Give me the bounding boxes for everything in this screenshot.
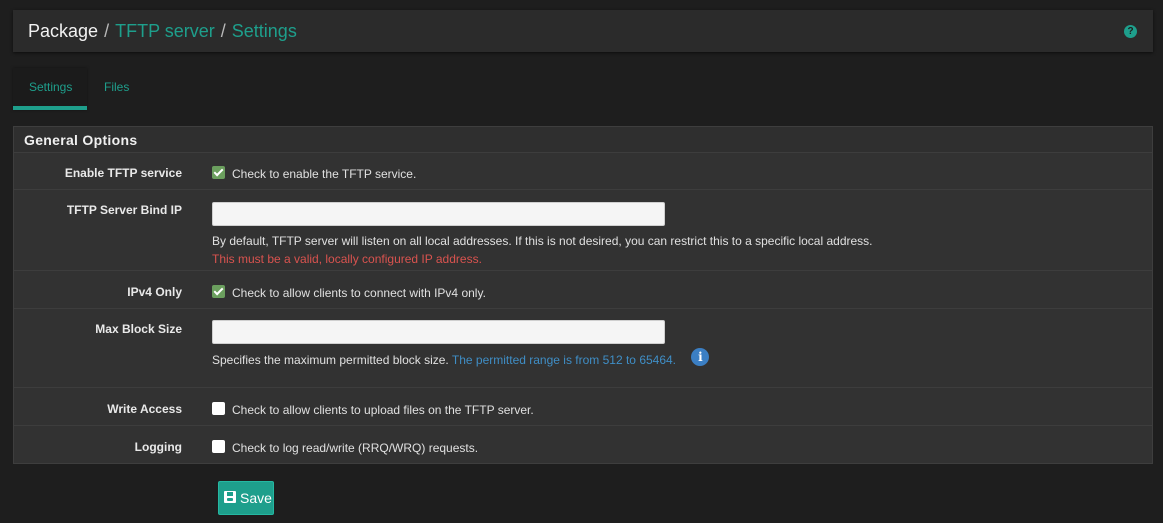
enable-tftp-text: Check to enable the TFTP service. — [232, 166, 417, 181]
row-logging: Logging Check to log read/write (RRQ/WRQ… — [14, 426, 1152, 463]
logging-text: Check to log read/write (RRQ/WRQ) reques… — [232, 440, 479, 455]
bind-ip-error: This must be a valid, locally configured… — [212, 252, 482, 266]
logging-checkbox[interactable] — [212, 440, 225, 454]
breadcrumb-separator: / — [104, 20, 110, 41]
bind-ip-input[interactable] — [212, 202, 665, 226]
write-access-text: Check to allow clients to upload files o… — [232, 402, 534, 417]
bind-ip-help: By default, TFTP server will listen on a… — [212, 234, 873, 248]
max-block-hint: The permitted range is from 512 to 65464… — [451, 353, 677, 368]
max-block-help: Specifies the maximum permitted block si… — [212, 353, 449, 368]
tab-bar: Settings Files — [13, 68, 145, 110]
logging-label: Logging — [134, 440, 182, 454]
row-enable-tftp: Enable TFTP service Check to enable the … — [14, 153, 1152, 190]
ipv4-only-checkbox[interactable] — [212, 285, 225, 299]
floppy-icon — [224, 491, 236, 504]
question-circle-icon[interactable]: ? — [1124, 25, 1137, 38]
breadcrumb-package: Package — [28, 20, 99, 41]
max-block-input[interactable] — [212, 320, 665, 344]
row-write-access: Write Access Check to allow clients to u… — [14, 388, 1152, 426]
write-access-label: Write Access — [107, 402, 182, 416]
page-header: Package / TFTP server / Settings ? — [13, 10, 1153, 52]
bind-ip-label: TFTP Server Bind IP — [66, 203, 182, 217]
info-circle-icon[interactable]: i — [691, 348, 710, 366]
panel-title: General Options — [14, 127, 1152, 153]
ipv4-only-text: Check to allow clients to connect with I… — [232, 285, 486, 300]
breadcrumb-tftp-server-link[interactable]: TFTP server — [115, 21, 215, 42]
general-options-panel: General Options Enable TFTP service Chec… — [13, 126, 1153, 464]
row-bind-ip: TFTP Server Bind IP By default, TFTP ser… — [14, 190, 1152, 271]
tab-settings[interactable]: Settings — [13, 68, 87, 110]
breadcrumb-settings-link[interactable]: Settings — [232, 21, 297, 42]
enable-tftp-label: Enable TFTP service — [64, 166, 182, 180]
row-max-block: Max Block Size Specifies the maximum per… — [14, 309, 1152, 388]
write-access-checkbox[interactable] — [212, 402, 225, 416]
ipv4-only-label: IPv4 Only — [127, 285, 182, 299]
max-block-label: Max Block Size — [95, 322, 182, 336]
enable-tftp-checkbox[interactable] — [212, 166, 225, 180]
breadcrumb-separator: / — [220, 20, 226, 41]
row-ipv4-only: IPv4 Only Check to allow clients to conn… — [14, 271, 1152, 309]
save-button[interactable]: Save — [218, 481, 274, 515]
save-label: Save — [240, 490, 272, 506]
tab-files[interactable]: Files — [87, 68, 145, 110]
